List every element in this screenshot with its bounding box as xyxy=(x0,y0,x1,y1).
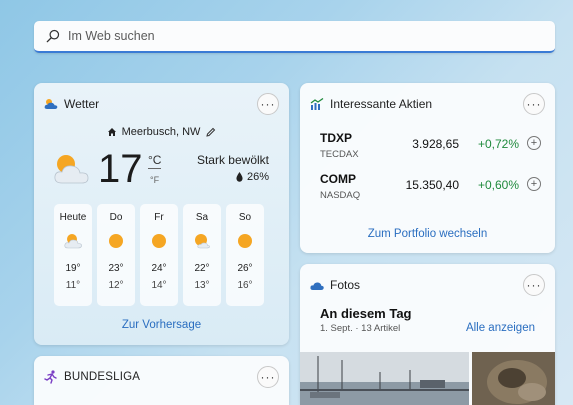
stocks-widget[interactable]: Interessante Aktien ··· TDXP TECDAX 3.92… xyxy=(300,83,555,253)
stock-row[interactable]: COMP NASDAQ 15.350,40 +0,60% + xyxy=(320,172,541,206)
stock-change: +0,60% xyxy=(477,178,519,192)
unit-fahrenheit-toggle[interactable]: °F xyxy=(150,175,159,185)
bundesliga-header: BUNDESLIGA ··· xyxy=(44,366,279,388)
edit-pencil-icon[interactable] xyxy=(205,127,216,138)
forecast-day[interactable]: Sa 22° 13° xyxy=(183,204,221,306)
forecast-day[interactable]: Heute 19° 11° xyxy=(54,204,92,306)
forecast-high: 23° xyxy=(108,263,124,274)
stock-price: 15.350,40 xyxy=(405,178,459,192)
add-stock-plus-icon[interactable]: + xyxy=(527,177,541,191)
forecast-link[interactable]: Zur Vorhersage xyxy=(34,319,289,331)
stock-chart-icon xyxy=(310,98,324,110)
unit-celsius-toggle[interactable]: °C xyxy=(148,153,162,169)
forecast-day-name: Sa xyxy=(195,212,209,223)
partly-cloudy-icon xyxy=(54,155,89,184)
sun-icon xyxy=(152,234,166,248)
droplet-icon xyxy=(236,172,243,182)
forecast-low: 13° xyxy=(194,280,210,291)
forecast-days: Heute 19° 11° Do 23° 12° Fr 24° 14° Sa 2… xyxy=(54,204,264,306)
forecast-low: 12° xyxy=(108,280,124,291)
forecast-day-name: So xyxy=(238,212,252,223)
stock-exchange: NASDAQ xyxy=(320,190,361,201)
forecast-high: 24° xyxy=(151,263,167,274)
photos-heading: An diesem Tag xyxy=(320,306,412,321)
photos-title: Fotos xyxy=(330,278,361,292)
forecast-low: 14° xyxy=(151,280,167,291)
search-icon xyxy=(46,29,60,43)
stocks-header: Interessante Aktien ··· xyxy=(310,93,545,115)
sun-cloud-icon xyxy=(195,234,210,249)
sun-icon xyxy=(109,234,123,248)
humidity-value: 26% xyxy=(246,171,269,183)
weather-title: Wetter xyxy=(64,97,100,111)
current-temperature: 17 xyxy=(98,147,143,191)
sun-icon xyxy=(238,234,252,248)
weather-cloud-icon xyxy=(44,99,58,109)
location-name: Meerbusch, NW xyxy=(121,126,201,138)
search-input[interactable] xyxy=(68,29,488,43)
bundesliga-more-button[interactable]: ··· xyxy=(257,366,279,388)
bundesliga-widget[interactable]: BUNDESLIGA ··· xyxy=(34,356,289,405)
photos-subtitle: 1. Sept. · 13 Artikel xyxy=(320,323,401,334)
weather-widget[interactable]: Wetter ··· Meerbusch, NW 17 °C °F Stark … xyxy=(34,83,289,345)
stock-price: 3.928,65 xyxy=(412,137,459,151)
forecast-low: 11° xyxy=(65,280,81,291)
forecast-day-name: Do xyxy=(109,212,123,223)
add-stock-plus-icon[interactable]: + xyxy=(527,136,541,150)
forecast-day[interactable]: So 26° 16° xyxy=(226,204,264,306)
forecast-day-name: Heute xyxy=(59,212,87,223)
portfolio-link[interactable]: Zum Portfolio wechseln xyxy=(300,228,555,240)
humidity-row: 26% xyxy=(236,171,269,183)
photos-widget[interactable]: Fotos ··· An diesem Tag 1. Sept. · 13 Ar… xyxy=(300,264,555,405)
running-person-icon xyxy=(44,370,57,384)
bundesliga-title: BUNDESLIGA xyxy=(64,371,141,383)
animal-photo[interactable] xyxy=(472,352,555,405)
harbor-photo[interactable] xyxy=(300,352,469,405)
weather-condition: Stark bewölkt xyxy=(196,153,269,167)
web-search-bar[interactable] xyxy=(34,21,555,53)
stocks-more-button[interactable]: ··· xyxy=(523,93,545,115)
stock-row[interactable]: TDXP TECDAX 3.928,65 +0,72% + xyxy=(320,131,541,165)
weather-more-button[interactable]: ··· xyxy=(257,93,279,115)
photos-header: Fotos ··· xyxy=(310,274,545,296)
forecast-day[interactable]: Do 23° 12° xyxy=(97,204,135,306)
forecast-high: 22° xyxy=(194,263,210,274)
stock-symbol: TDXP xyxy=(320,131,353,145)
cloud-icon xyxy=(310,282,324,290)
forecast-day[interactable]: Fr 24° 14° xyxy=(140,204,178,306)
forecast-high: 19° xyxy=(65,263,81,274)
stock-exchange: TECDAX xyxy=(320,149,359,160)
show-all-link[interactable]: Alle anzeigen xyxy=(466,322,535,334)
stock-symbol: COMP xyxy=(320,172,356,186)
partly-cloudy-icon xyxy=(64,234,82,249)
forecast-day-name: Fr xyxy=(154,212,164,223)
forecast-low: 16° xyxy=(237,280,253,291)
forecast-high: 26° xyxy=(237,263,253,274)
location-row[interactable]: Meerbusch, NW xyxy=(34,126,289,138)
photos-more-button[interactable]: ··· xyxy=(523,274,545,296)
home-icon xyxy=(107,128,116,136)
stock-change: +0,72% xyxy=(477,137,519,151)
stocks-title: Interessante Aktien xyxy=(330,97,433,111)
weather-header: Wetter ··· xyxy=(44,93,279,115)
